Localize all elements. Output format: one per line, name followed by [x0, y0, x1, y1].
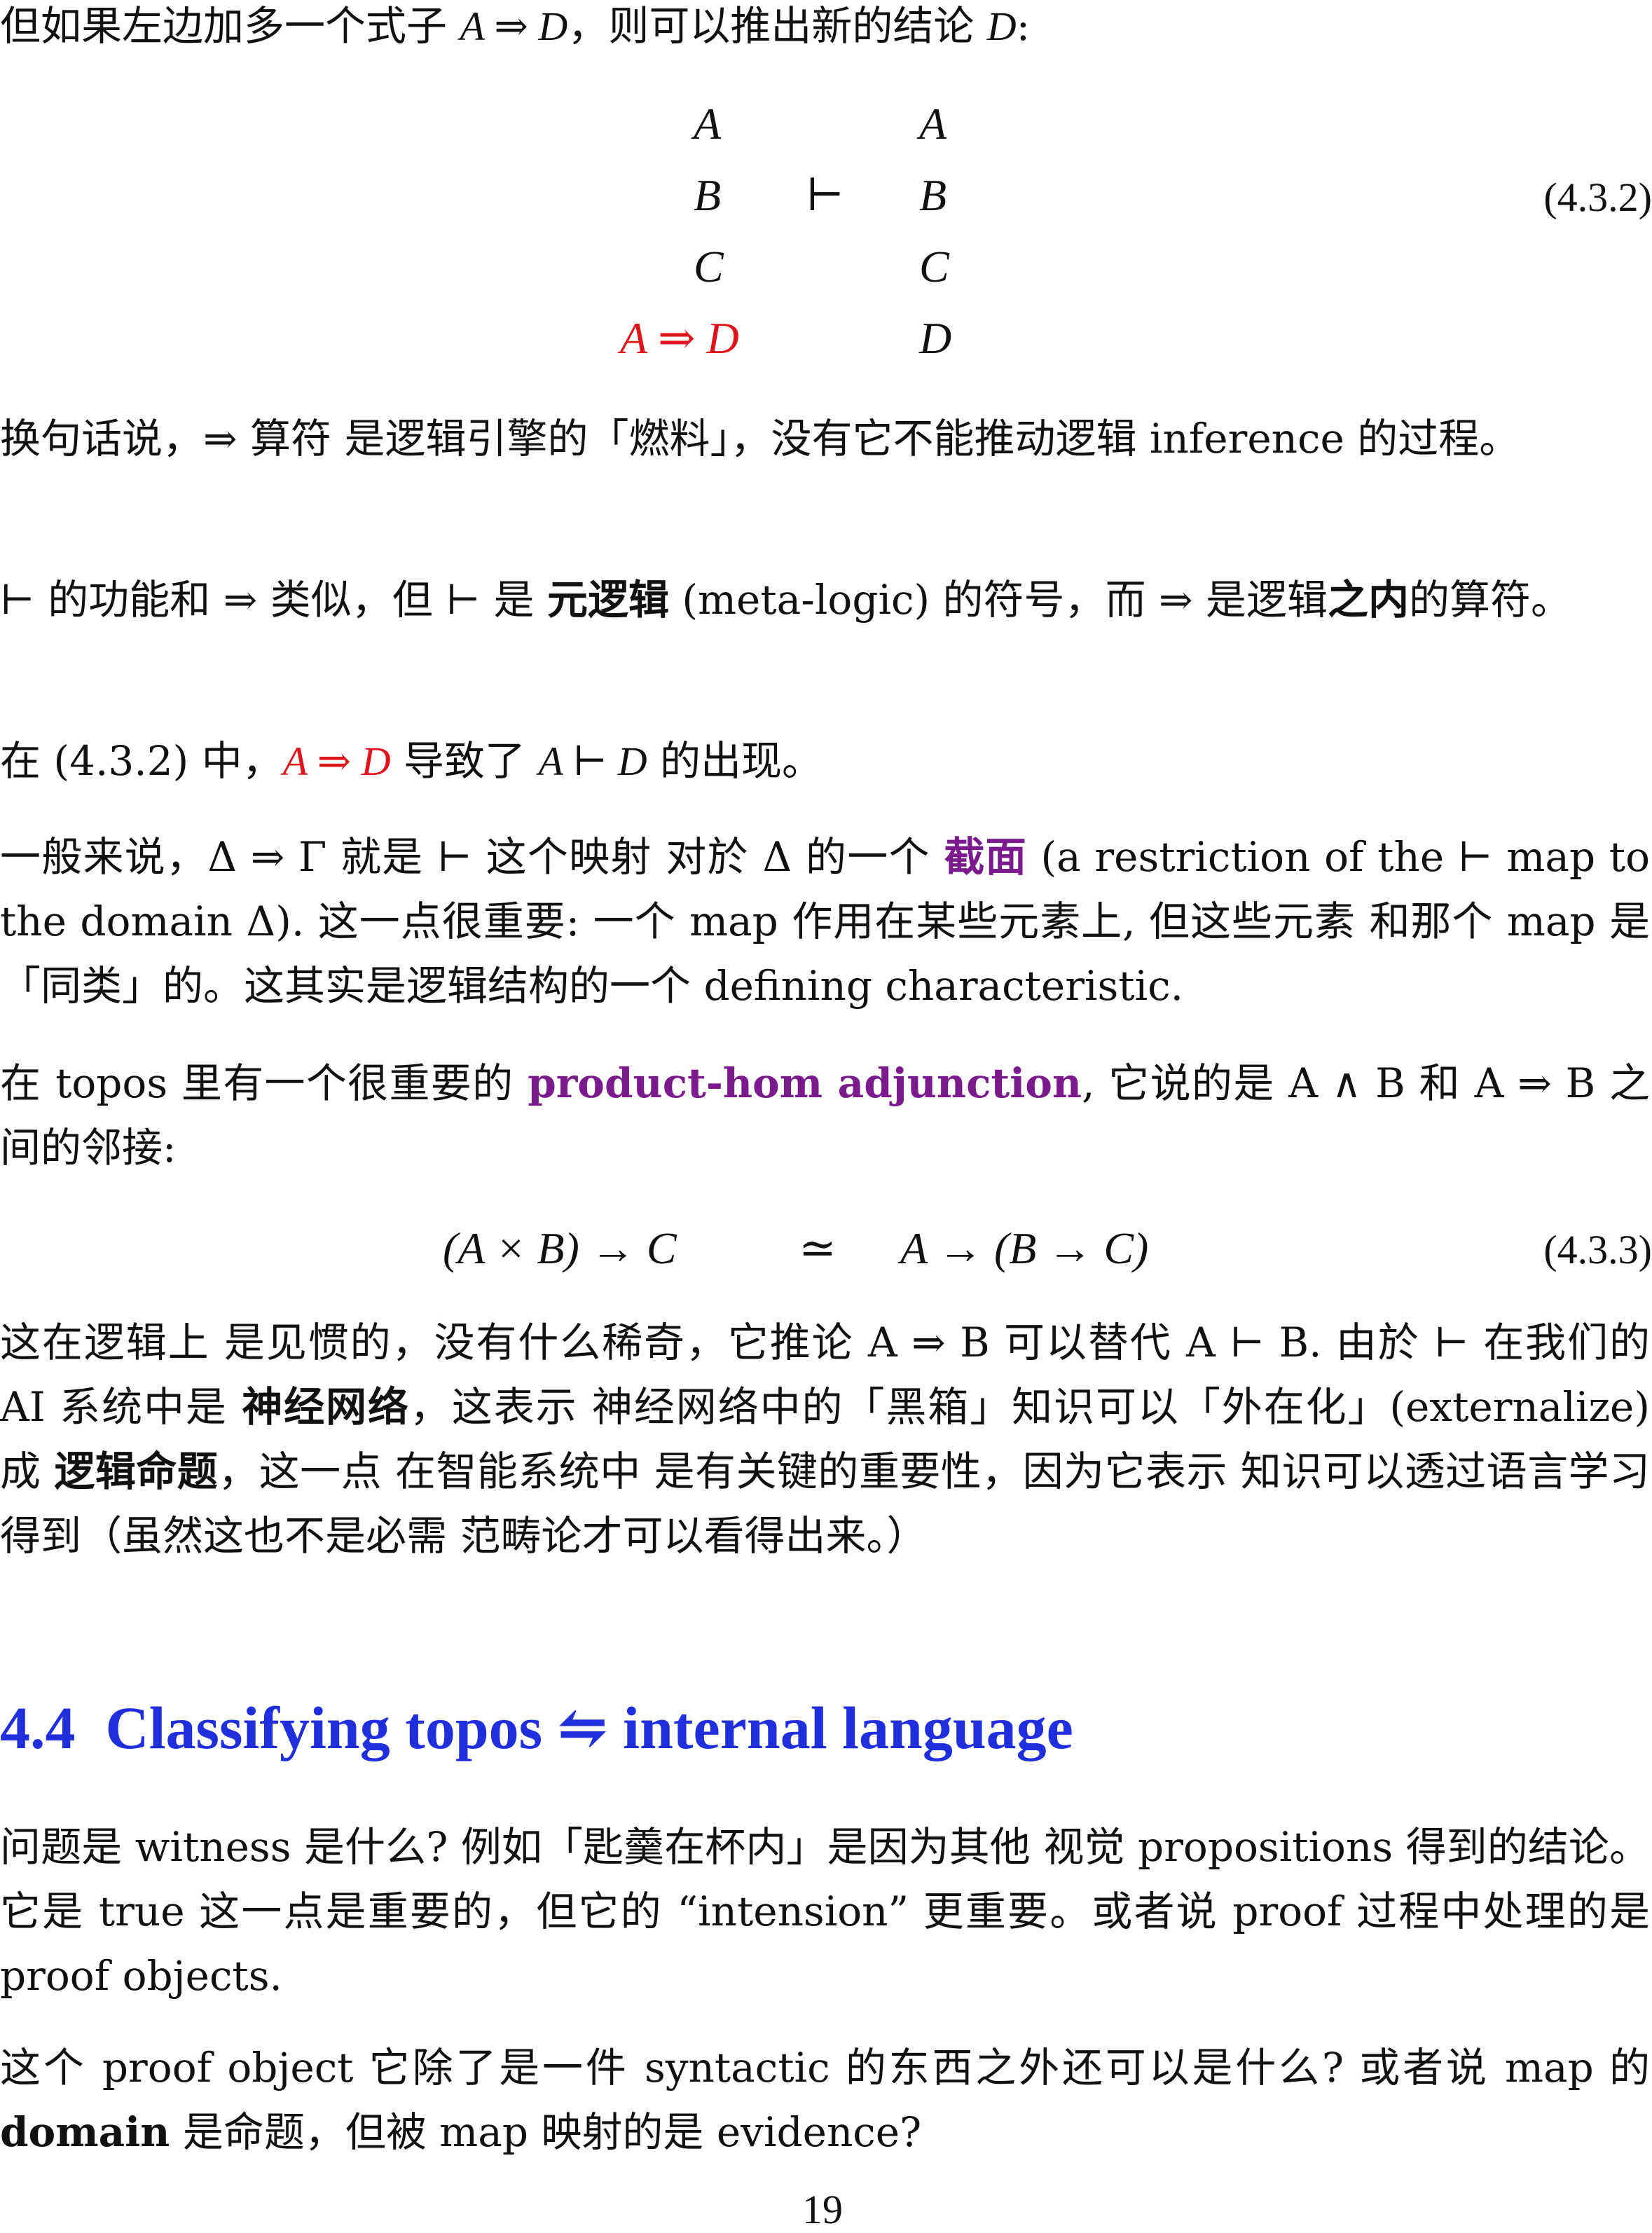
section-title: Classifying topos ⇋ internal language	[105, 1694, 1073, 1761]
eq-left-2: B	[694, 170, 722, 220]
intro-conclusion: D	[986, 4, 1017, 49]
eq-number-4-3-2: (4.3.2)	[1543, 174, 1652, 220]
p6-bold-neural-network: 神经网络	[242, 1383, 410, 1431]
eq-left-4: A ⇒ D	[620, 313, 739, 363]
eq-turnstile: ⊢	[806, 170, 845, 220]
eq-right-1: A	[919, 99, 947, 149]
page-number: 19	[802, 2187, 843, 2232]
p5-highlight: product-hom adjunction	[528, 1059, 1082, 1107]
eq-right-2: B	[919, 170, 947, 220]
paragraph-meta-logic: ⊢ 的功能和 ⇒ 类似，但 ⊢ 是 元逻辑 (meta-logic) 的符号，而…	[0, 568, 1650, 632]
paragraph-restriction: 一般来说，Δ ⇒ Γ 就是 ⊢ 这个映射 对於 Δ 的一个 截面 (a rest…	[0, 825, 1650, 1018]
p3-text-3: 的出现。	[647, 737, 823, 785]
p3-text-2: 导致了	[390, 737, 539, 785]
paragraph-proof-object: 这个 proof object 它除了是一件 syntactic 的东西之外还可…	[0, 2035, 1650, 2164]
p8-text-2: 是命题，但被 map 映射的是 evidence?	[170, 2108, 922, 2156]
p8-bold-domain: domain	[0, 2108, 170, 2156]
p2-text-3: 的算符。	[1409, 576, 1572, 624]
p8-text-1: 这个 proof object 它除了是一件 syntactic 的东西之外还可…	[0, 2044, 1650, 2091]
intro-line: 但如果左边加多一个式子 A ⇒ D，则可以推出新的结论 D:	[0, 6, 1030, 47]
section-heading-4-4: 4.4 Classifying topos ⇋ internal languag…	[0, 1692, 1073, 1763]
eq-left-1: A	[694, 99, 722, 149]
paragraph-neural-network: 这在逻辑上 是见惯的，没有什么稀奇，它推论 A ⇒ B 可以替代 A ⊢ B. …	[0, 1310, 1650, 1568]
eq433-rhs: A → (B → C)	[900, 1223, 1149, 1273]
paragraph-eq-ref: 在 (4.3.2) 中，A ⇒ D 导致了 A ⊢ D 的出现。	[0, 729, 1650, 794]
document-page: 但如果左边加多一个式子 A ⇒ D，则可以推出新的结论 D: A B C A ⇒…	[0, 0, 1652, 2232]
eq-left-3: C	[694, 242, 724, 291]
p4-text-1: 一般来说，Δ ⇒ Γ 就是 ⊢ 这个映射 对於 Δ 的一个	[0, 833, 944, 881]
p2-text-1: ⊢ 的功能和 ⇒ 类似，但 ⊢ 是	[0, 576, 547, 624]
intro-colon: :	[1016, 2, 1031, 50]
eq-right-3: C	[919, 242, 949, 291]
p4-highlight: 截面	[944, 833, 1027, 881]
eq433-lhs: (A × B) → C	[443, 1223, 677, 1273]
paragraph-adjunction: 在 topos 里有一个很重要的 product-hom adjunction,…	[0, 1051, 1650, 1180]
p6-bold-proposition: 逻辑命题	[54, 1448, 219, 1495]
p3-formula: A ⊢ D	[538, 738, 647, 784]
intro-formula: A ⇒ D	[460, 4, 568, 49]
paragraph-witness: 问题是 witness 是什么? 例如「匙羹在杯内」是因为其他 视觉 propo…	[0, 1823, 1650, 2000]
p2-bold-meta-logic: 元逻辑	[546, 576, 669, 624]
paragraph-fuel: 换句话说，⇒ 算符 是逻辑引擎的「燃料」，没有它不能推动逻辑 inference…	[0, 415, 1520, 462]
eq-number-4-3-3: (4.3.3)	[1543, 1227, 1652, 1272]
intro-text: 但如果左边加多一个式子	[0, 2, 460, 50]
p3-text-1: 在 (4.3.2) 中，	[0, 737, 283, 785]
p6-text-3: ，这一点 在智能系统中 是有关键的重要性，因为它表示 知识可以透过语言学习得到（…	[0, 1448, 1650, 1560]
eq433-relation: ≃	[799, 1223, 837, 1273]
section-number: 4.4	[0, 1694, 76, 1761]
p2-text-2: (meta-logic) 的符号，而 ⇒ 是逻辑	[668, 576, 1328, 624]
p5-text-1: 在 topos 里有一个很重要的	[0, 1059, 528, 1107]
p2-bold-internal: 之内	[1328, 576, 1410, 624]
eq-right-4: D	[919, 313, 952, 363]
intro-text-middle: ，则可以推出新的结论	[567, 2, 987, 50]
p3-red-formula: A ⇒ D	[282, 738, 391, 784]
